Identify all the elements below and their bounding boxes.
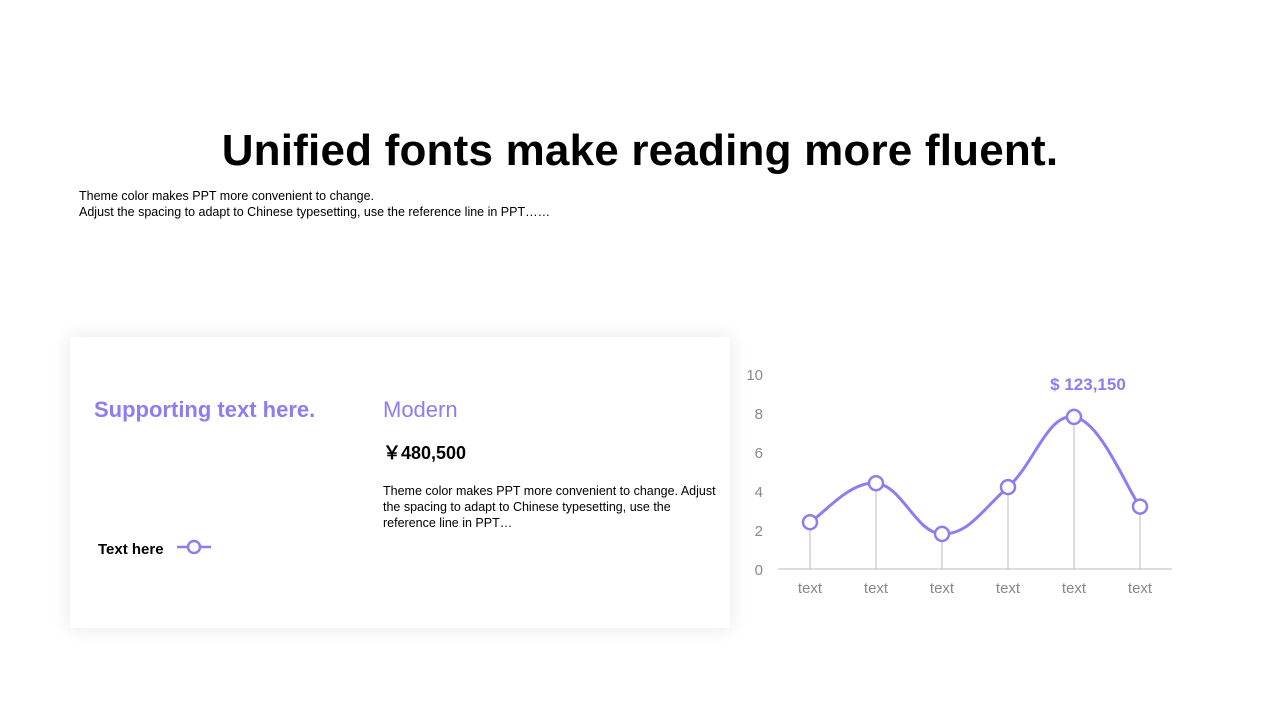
line-chart: 0 2 4 6 8 10 text text text text text text $ 123,150 (746, 367, 1172, 597)
x-tick-label: text (864, 580, 889, 597)
data-point (933, 525, 951, 543)
data-point (1131, 498, 1149, 515)
x-tick-label: text (996, 580, 1021, 597)
y-tick-label: 0 (755, 562, 763, 579)
data-point (801, 513, 819, 531)
y-tick-label: 10 (746, 367, 763, 384)
x-tick-label: text (1128, 580, 1153, 597)
data-point (1065, 408, 1083, 426)
y-tick-label: 6 (755, 445, 763, 462)
series-line (809, 415, 1142, 536)
data-point (867, 474, 885, 492)
x-tick-label: text (930, 580, 955, 597)
data-label: $ 123,150 (1050, 375, 1126, 394)
data-point (999, 478, 1017, 496)
x-tick-label: text (798, 580, 823, 597)
y-tick-label: 8 (755, 406, 763, 423)
y-tick-label: 2 (755, 523, 763, 540)
x-tick-label: text (1062, 580, 1087, 597)
y-tick-label: 4 (755, 484, 763, 501)
slide: Unified fonts make reading more fluent. … (0, 0, 1280, 720)
